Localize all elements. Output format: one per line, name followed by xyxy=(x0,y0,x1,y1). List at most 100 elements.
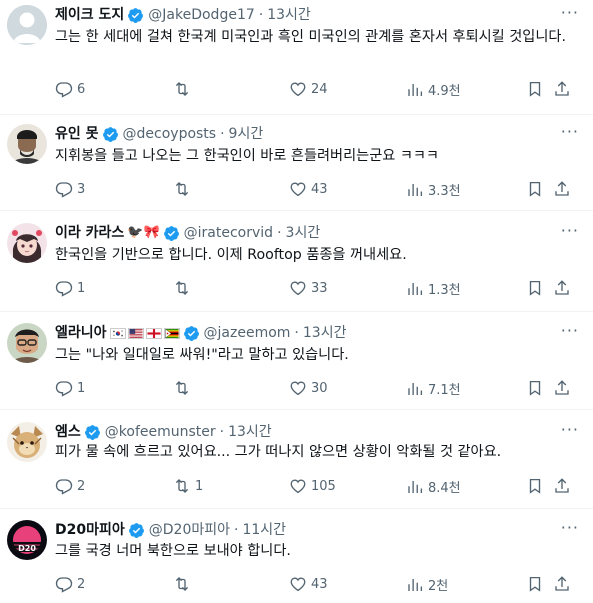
timestamp[interactable]: 13시간 xyxy=(228,423,272,441)
reply-button[interactable]: 1 xyxy=(55,279,85,297)
display-name[interactable]: 유인 못 xyxy=(55,125,99,143)
retweet-button[interactable] xyxy=(173,575,195,593)
share-button[interactable] xyxy=(553,80,571,98)
bookmark-icon xyxy=(529,576,541,592)
share-button[interactable] xyxy=(553,477,571,495)
tweet-header: 유인 못 @decoyposts · 9시간 xyxy=(55,125,263,143)
retweet-button[interactable] xyxy=(173,80,195,98)
reply-button[interactable]: 2 xyxy=(55,477,85,495)
display-name[interactable]: 제이크 도지 xyxy=(55,6,124,24)
avatar[interactable] xyxy=(7,323,47,363)
reply-button[interactable]: 6 xyxy=(55,80,85,98)
more-options-icon[interactable]: ··· xyxy=(561,3,579,22)
user-handle[interactable]: @D20마피아 xyxy=(149,521,230,539)
views-button[interactable]: 2천 xyxy=(406,575,448,594)
tweet[interactable]: 유인 못 @decoyposts · 9시간 ··· 지휘봉을 들고 나오는 그… xyxy=(0,115,593,211)
user-handle[interactable]: @decoyposts xyxy=(123,125,217,143)
share-button[interactable] xyxy=(553,379,571,397)
heart-icon xyxy=(290,182,306,197)
retweet-button[interactable] xyxy=(173,180,195,198)
bookmark-icon xyxy=(529,380,541,396)
views-button[interactable]: 1.3천 xyxy=(406,279,461,298)
bookmark-button[interactable] xyxy=(526,279,544,297)
retweet-button[interactable] xyxy=(173,279,195,297)
timestamp[interactable]: 9시간 xyxy=(229,125,264,143)
bookmark-button[interactable] xyxy=(526,180,544,198)
heart-icon xyxy=(290,479,306,494)
user-handle[interactable]: @jazeemom xyxy=(204,324,291,342)
retweet-button[interactable] xyxy=(173,379,195,397)
heart-icon xyxy=(290,577,306,592)
tweet[interactable]: 이라 카라스 🐦‍⬛🎀 @iratecorvid · 3시간 ··· 한국인을 … xyxy=(0,211,593,312)
tweet-text: 지휘봉을 들고 나오는 그 한국인이 바로 흔들려버리는군요 ㅋㅋㅋ xyxy=(55,148,439,164)
views-button[interactable]: 8.4천 xyxy=(406,477,461,496)
display-name[interactable]: 엘라니아 xyxy=(55,324,107,342)
bookmark-icon xyxy=(529,280,541,296)
like-button[interactable]: 43 xyxy=(289,575,328,593)
views-chart-icon xyxy=(408,83,423,96)
avatar[interactable] xyxy=(7,223,47,263)
reply-button[interactable]: 3 xyxy=(55,180,85,198)
bookmark-button[interactable] xyxy=(526,575,544,593)
more-options-icon[interactable]: ··· xyxy=(561,420,579,439)
retweet-button[interactable]: 1 xyxy=(173,477,203,495)
verified-badge-icon xyxy=(84,424,100,440)
tweet[interactable]: 엘라니아 @jazeemom · 13시간 ··· 그는 "나와 일대일로 싸워… xyxy=(0,312,593,410)
tweet[interactable]: 엠스 @kofeemunster · 13시간 ··· 피가 물 속에 흐르고 … xyxy=(0,410,593,509)
display-name[interactable]: 이라 카라스 xyxy=(55,224,124,242)
avatar[interactable] xyxy=(7,5,47,45)
retweet-icon xyxy=(175,479,189,493)
bookmark-button[interactable] xyxy=(526,477,544,495)
like-button[interactable]: 43 xyxy=(289,180,328,198)
user-handle[interactable]: @kofeemunster xyxy=(105,423,216,441)
more-options-icon[interactable]: ··· xyxy=(561,321,579,340)
like-button[interactable]: 105 xyxy=(289,477,336,495)
user-handle[interactable]: @JakeDodge17 xyxy=(148,6,254,24)
display-name[interactable]: 엠스 xyxy=(55,423,81,441)
reply-count: 2 xyxy=(77,478,86,494)
display-name[interactable]: D20마피아 xyxy=(55,521,125,539)
views-button[interactable]: 7.1천 xyxy=(406,379,461,398)
avatar[interactable]: D20 xyxy=(7,520,47,560)
like-button[interactable]: 24 xyxy=(289,80,328,98)
views-button[interactable]: 4.9천 xyxy=(406,80,461,99)
england-flag-icon xyxy=(145,327,162,339)
timestamp[interactable]: 13시간 xyxy=(267,6,311,24)
verified-badge-icon xyxy=(183,325,199,341)
like-button[interactable]: 30 xyxy=(289,379,328,397)
avatar[interactable] xyxy=(7,124,47,164)
more-options-icon[interactable]: ··· xyxy=(561,518,579,537)
share-button[interactable] xyxy=(553,180,571,198)
views-count: 4.9천 xyxy=(428,84,461,99)
tweet[interactable]: D20 D20마피아 @D20마피아 · 11시간 ··· 그를 국경 너머 북… xyxy=(0,509,593,603)
bookmark-button[interactable] xyxy=(526,379,544,397)
like-button[interactable]: 33 xyxy=(289,279,328,297)
reply-button[interactable]: 1 xyxy=(55,379,85,397)
separator-dot: · xyxy=(258,7,264,23)
reply-button[interactable]: 2 xyxy=(55,575,85,593)
more-options-icon[interactable]: ··· xyxy=(561,221,579,240)
views-button[interactable]: 3.3천 xyxy=(406,180,461,199)
tweet-text: 피가 물 속에 흐르고 있어요... 그가 떠나지 않으면 상황이 악화될 것 … xyxy=(55,444,502,460)
avatar[interactable] xyxy=(7,422,47,462)
share-button[interactable] xyxy=(553,575,571,593)
timestamp[interactable]: 11시간 xyxy=(242,521,286,539)
tweet[interactable]: 제이크 도지 @JakeDodge17 · 13시간 ··· 그는 한 세대에 … xyxy=(0,0,593,115)
timestamp[interactable]: 3시간 xyxy=(286,224,321,242)
flag-emojis xyxy=(109,327,180,339)
tweet-header: 엠스 @kofeemunster · 13시간 xyxy=(55,423,272,441)
timestamp[interactable]: 13시간 xyxy=(303,324,347,342)
tweet-text: 한국인을 기반으로 합니다. 이제 Rooftop 품종을 꺼내세요. xyxy=(55,247,407,263)
bookmark-button[interactable] xyxy=(526,80,544,98)
share-button[interactable] xyxy=(553,279,571,297)
user-handle[interactable]: @iratecorvid xyxy=(184,224,273,242)
tweet-header: 엘라니아 @jazeemom · 13시간 xyxy=(55,324,346,342)
views-chart-icon xyxy=(408,183,423,196)
views-chart-icon xyxy=(408,480,423,493)
reply-icon xyxy=(55,82,73,98)
more-options-icon[interactable]: ··· xyxy=(561,122,579,141)
views-chart-icon xyxy=(408,282,423,295)
views-count: 3.3천 xyxy=(428,184,461,199)
like-count: 30 xyxy=(311,380,328,396)
svg-text:D20: D20 xyxy=(18,544,36,553)
